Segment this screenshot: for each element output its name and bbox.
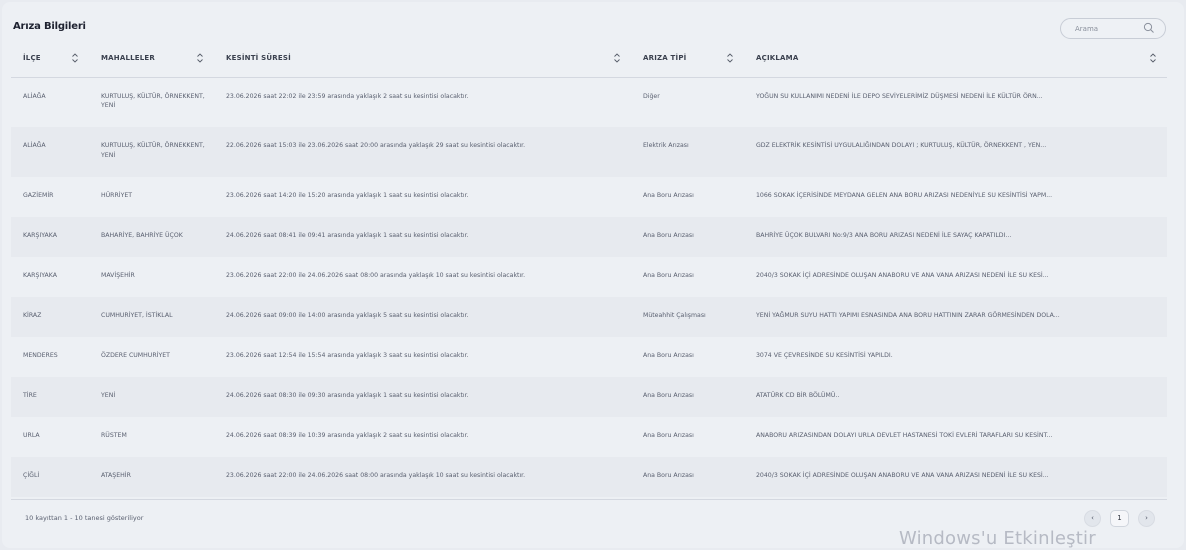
- cell-ariza-tipi: Ana Boru Arızası: [643, 432, 694, 439]
- cell-kesinti-suresi: 24.06.2026 saat 08:41 ile 09:41 arasında…: [226, 232, 469, 239]
- cell-kesinti-suresi: 23.06.2026 saat 22:02 ile 23:59 arasında…: [226, 92, 469, 100]
- search-input[interactable]: [1069, 22, 1133, 36]
- cell-aciklama: YENİ YAĞMUR SUYU HATTI YAPIMI ESNASINDA …: [756, 312, 1060, 319]
- next-page-button[interactable]: ›: [1138, 510, 1155, 527]
- table-row[interactable]: MENDERES ÖZDERE CUMHURİYET 23.06.2026 sa…: [11, 337, 1167, 377]
- cell-mahalleler: MAVİŞEHİR: [101, 272, 135, 279]
- sort-icon[interactable]: [71, 52, 79, 64]
- cell-aciklama: 2040/3 SOKAK İÇİ ADRESİNDE OLUŞAN ANABOR…: [756, 472, 1049, 479]
- cell-aciklama: 2040/3 SOKAK İÇİ ADRESİNDE OLUŞAN ANABOR…: [756, 272, 1049, 279]
- activation-watermark: Windows'u Etkinleştir: [899, 528, 1096, 549]
- column-header-kesinti-suresi[interactable]: KESİNTİ SÜRESİ: [214, 40, 631, 78]
- cell-aciklama: YOĞUN SU KULLANIMI NEDENİ İLE DEPO SEVİY…: [756, 92, 1043, 100]
- column-header-label: KESİNTİ SÜRESİ: [226, 54, 291, 63]
- cell-ariza-tipi: Ana Boru Arızası: [643, 472, 694, 479]
- cell-aciklama: 3074 VE ÇEVRESİNDE SU KESİNTİSİ YAPILDI.: [756, 352, 893, 359]
- column-header-label: AÇIKLAMA: [756, 54, 799, 63]
- cell-aciklama: 1066 SOKAK İÇERİSİNDE MEYDANA GELEN ANA …: [756, 192, 1053, 199]
- table-row[interactable]: KARŞIYAKA BAHARİYE, BAHRİYE ÜÇOK 24.06.2…: [11, 217, 1167, 257]
- cell-kesinti-suresi: 24.06.2026 saat 08:39 ile 10:39 arasında…: [226, 432, 469, 439]
- cell-mahalleler: CUMHURİYET, İSTİKLAL: [101, 312, 173, 319]
- table-divider: [11, 499, 1167, 500]
- search-box[interactable]: [1060, 18, 1166, 39]
- cell-kesinti-suresi: 23.06.2026 saat 12:54 ile 15:54 arasında…: [226, 352, 469, 359]
- cell-mahalleler: RÜSTEM: [101, 432, 127, 439]
- cell-ariza-tipi: Müteahhit Çalışması: [643, 312, 706, 319]
- sort-icon[interactable]: [613, 52, 621, 64]
- cell-ilce: KİRAZ: [23, 312, 42, 319]
- page-title: Arıza Bilgileri: [13, 21, 86, 32]
- cell-aciklama: GDZ ELEKTRİK KESİNTİSİ UYGULALIĞINDAN DO…: [756, 142, 1047, 149]
- pagination-info: 10 kayıttan 1 - 10 tanesi gösteriliyor: [25, 514, 144, 522]
- cell-ilce: GAZİEMİR: [23, 192, 54, 199]
- cell-ariza-tipi: Ana Boru Arızası: [643, 352, 694, 359]
- table-row[interactable]: ALİAĞA KURTULUŞ, KÜLTÜR, ÖRNEKKENT, YENİ…: [11, 77, 1167, 127]
- cell-mahalleler: KURTULUŞ, KÜLTÜR, ÖRNEKKENT, YENİ: [101, 142, 205, 159]
- cell-ilce: KARŞIYAKA: [23, 232, 57, 239]
- cell-ariza-tipi: Elektrik Arızası: [643, 142, 689, 149]
- cell-ilce: TİRE: [23, 392, 37, 399]
- cell-ilce: ALİAĞA: [23, 142, 46, 149]
- table-row[interactable]: TİRE YENİ 24.06.2026 saat 08:30 ile 09:3…: [11, 377, 1167, 417]
- cell-aciklama: BAHRİYE ÜÇOK BULVARI No:9/3 ANA BORU ARI…: [756, 232, 1012, 239]
- column-header-aciklama[interactable]: AÇIKLAMA: [744, 40, 1167, 78]
- cell-aciklama: ATATÜRK CD BİR BÖLÜMÜ..: [756, 392, 840, 399]
- cell-ariza-tipi: Ana Boru Arızası: [643, 192, 694, 199]
- cell-kesinti-suresi: 24.06.2026 saat 09:00 ile 14:00 arasında…: [226, 312, 469, 319]
- cell-ariza-tipi: Diğer: [643, 92, 660, 100]
- cell-kesinti-suresi: 23.06.2026 saat 22:00 ile 24.06.2026 saa…: [226, 472, 526, 479]
- cell-ariza-tipi: Ana Boru Arızası: [643, 232, 694, 239]
- cell-mahalleler: HÜRRİYET: [101, 192, 133, 199]
- prev-page-button[interactable]: ‹: [1084, 510, 1101, 527]
- column-header-ariza-tipi[interactable]: ARIZA TİPİ: [631, 40, 744, 78]
- column-header-mahalleler[interactable]: MAHALLELER: [89, 40, 214, 78]
- cell-ilce: ALİAĞA: [23, 92, 46, 100]
- cell-kesinti-suresi: 24.06.2026 saat 08:30 ile 09:30 arasında…: [226, 392, 469, 399]
- table-row[interactable]: ALİAĞA KURTULUŞ, KÜLTÜR, ÖRNEKKENT, YENİ…: [11, 127, 1167, 177]
- cell-mahalleler: BAHARİYE, BAHRİYE ÜÇOK: [101, 232, 183, 239]
- cell-aciklama: ANABORU ARIZASINDAN DOLAYI URLA DEVLET H…: [756, 432, 1053, 439]
- column-header-label: İLÇE: [23, 54, 41, 63]
- table-header-row: İLÇE MAHALLELER KESİNTİ SÜRESİ ARIZA TİP…: [11, 40, 1167, 78]
- cell-ilce: URLA: [23, 432, 40, 439]
- cell-ilce: ÇİĞLİ: [23, 472, 40, 479]
- page-number-button[interactable]: 1: [1110, 510, 1129, 527]
- table-row[interactable]: KARŞIYAKA MAVİŞEHİR 23.06.2026 saat 22:0…: [11, 257, 1167, 297]
- sort-icon[interactable]: [726, 52, 734, 64]
- cell-ariza-tipi: Ana Boru Arızası: [643, 272, 694, 279]
- sort-icon[interactable]: [196, 52, 204, 64]
- table-row[interactable]: URLA RÜSTEM 24.06.2026 saat 08:39 ile 10…: [11, 417, 1167, 457]
- table-row[interactable]: KİRAZ CUMHURİYET, İSTİKLAL 24.06.2026 sa…: [11, 297, 1167, 337]
- cell-mahalleler: ÖZDERE CUMHURİYET: [101, 352, 170, 359]
- column-header-label: MAHALLELER: [101, 54, 155, 63]
- cell-kesinti-suresi: 22.06.2026 saat 15:03 ile 23.06.2026 saa…: [226, 142, 526, 149]
- table-row[interactable]: GAZİEMİR HÜRRİYET 23.06.2026 saat 14:20 …: [11, 177, 1167, 217]
- column-header-label: ARIZA TİPİ: [643, 54, 687, 63]
- cell-ilce: KARŞIYAKA: [23, 272, 57, 279]
- table-row[interactable]: ÇİĞLİ ATAŞEHİR 23.06.2026 saat 22:00 ile…: [11, 457, 1167, 497]
- cell-ilce: MENDERES: [23, 352, 58, 359]
- cell-ariza-tipi: Ana Boru Arızası: [643, 392, 694, 399]
- cell-kesinti-suresi: 23.06.2026 saat 14:20 ile 15:20 arasında…: [226, 192, 469, 199]
- cell-mahalleler: KURTULUŞ, KÜLTÜR, ÖRNEKKENT, YENİ: [101, 92, 205, 110]
- cell-mahalleler: ATAŞEHİR: [101, 472, 131, 479]
- cell-mahalleler: YENİ: [101, 392, 116, 399]
- column-header-ilce[interactable]: İLÇE: [11, 40, 89, 78]
- sort-icon[interactable]: [1149, 52, 1157, 64]
- search-icon[interactable]: [1143, 22, 1155, 34]
- cell-kesinti-suresi: 23.06.2026 saat 22:00 ile 24.06.2026 saa…: [226, 272, 526, 279]
- fault-table: İLÇE MAHALLELER KESİNTİ SÜRESİ ARIZA TİP…: [11, 40, 1167, 497]
